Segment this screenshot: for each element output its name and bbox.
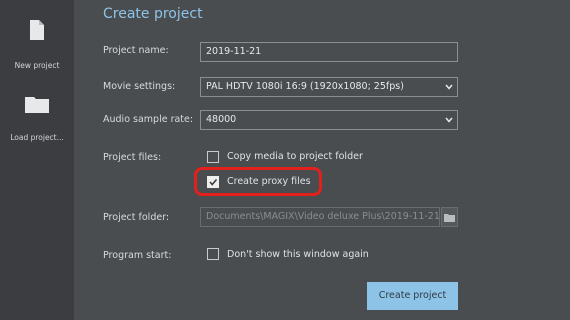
highlight-annotation [194,167,322,196]
program-start-label: Program start: [103,250,172,261]
folder-icon [25,97,49,113]
chevron-down-icon [445,117,453,123]
project-folder-value: Documents\MAGIX\Video deluxe Plus\2019-1… [206,211,440,222]
page-title: Create project [103,6,203,22]
dont-show-checkbox[interactable] [207,248,219,260]
new-file-icon [30,20,44,40]
project-files-label: Project files: [103,152,162,163]
chevron-down-icon [445,84,453,90]
movie-settings-value: PAL HDTV 1080i 16:9 (1920x1080; 25fps) [206,81,404,92]
project-name-input[interactable]: 2019-11-21 [200,42,458,62]
browse-folder-button[interactable] [441,207,458,227]
copy-media-label[interactable]: Copy media to project folder [227,151,363,162]
copy-media-checkbox[interactable] [207,151,219,163]
audio-sample-rate-select[interactable]: 48000 [200,110,458,130]
audio-sample-rate-value: 48000 [206,114,237,125]
project-name-value: 2019-11-21 [206,46,262,57]
sidebar-item-load-project[interactable]: Load project... [0,80,74,160]
project-folder-input: Documents\MAGIX\Video deluxe Plus\2019-1… [200,207,440,227]
movie-settings-select[interactable]: PAL HDTV 1080i 16:9 (1920x1080; 25fps) [200,77,458,97]
folder-icon [444,214,455,222]
sidebar: New project Load project... [0,0,74,320]
create-project-button[interactable]: Create project [367,282,458,310]
sidebar-item-label: New project [14,61,60,70]
sidebar-item-label: Load project... [10,133,64,142]
audio-sample-rate-label: Audio sample rate: [103,114,194,125]
project-folder-label: Project folder: [103,212,170,223]
sidebar-item-new-project[interactable]: New project [0,0,74,80]
project-name-label: Project name: [103,45,169,56]
movie-settings-label: Movie settings: [103,81,176,92]
dont-show-label[interactable]: Don't show this window again [227,249,369,260]
